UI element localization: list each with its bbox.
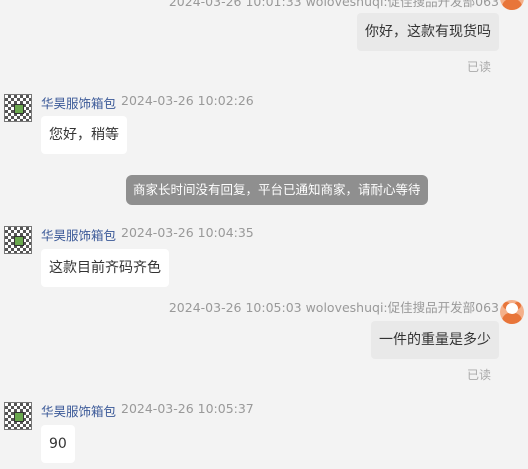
read-status: 已读 [466, 368, 491, 382]
sender-name[interactable]: 华昊服饰箱包 [41, 225, 116, 244]
message-time: 2024-03-26 10:02:26 [121, 93, 254, 108]
outgoing-message-bubble[interactable]: 一件的重量是多少 [371, 321, 499, 359]
incoming-message-bubble[interactable]: 您好，稍等 [41, 116, 127, 154]
system-notice: 商家长时间没有回复，平台已通知商家，请耐心等待 [126, 175, 428, 205]
message-meta: 2024-03-26 10:05:03 woloveshuqi:促佳搜品开发部0… [168, 300, 499, 315]
shop-avatar[interactable] [4, 226, 32, 254]
outgoing-message-bubble[interactable]: 你好，这款有现货吗 [357, 13, 499, 51]
message-meta-cutoff: 2024-03-26 10:01:33 woloveshuqi:促佳搜品开发部0… [168, 0, 499, 9]
read-status: 已读 [466, 60, 491, 74]
shop-avatar[interactable] [4, 402, 32, 430]
user-avatar[interactable] [500, 0, 524, 10]
sender-name[interactable]: 华昊服饰箱包 [41, 93, 116, 112]
incoming-message-bubble[interactable]: 这款目前齐码齐色 [41, 249, 169, 287]
user-avatar[interactable] [500, 300, 524, 324]
shop-avatar[interactable] [4, 94, 32, 122]
sender-name[interactable]: 华昊服饰箱包 [41, 401, 116, 420]
incoming-message-bubble[interactable]: 90 [41, 425, 75, 463]
message-time: 2024-03-26 10:05:37 [121, 401, 254, 416]
message-time: 2024-03-26 10:04:35 [121, 225, 254, 240]
